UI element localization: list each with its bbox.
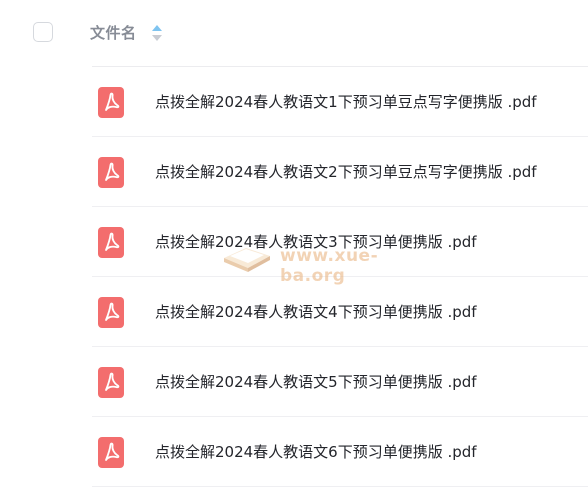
- file-row[interactable]: 点拨全解2024春人教语文5下预习单便携版 .pdf: [92, 347, 588, 417]
- pdf-icon: [98, 227, 124, 258]
- file-row[interactable]: 点拨全解2024春人教语文3下预习单便携版 .pdf: [92, 207, 588, 277]
- file-name[interactable]: 点拨全解2024春人教语文2下预习单豆点写字便携版 .pdf: [155, 161, 537, 183]
- file-row[interactable]: 点拨全解2024春人教语文4下预习单便携版 .pdf: [92, 277, 588, 347]
- pdf-icon: [98, 297, 124, 328]
- file-name[interactable]: 点拨全解2024春人教语文3下预习单便携版 .pdf: [155, 231, 477, 253]
- file-name[interactable]: 点拨全解2024春人教语文1下预习单豆点写字便携版 .pdf: [155, 91, 537, 113]
- pdf-icon: [98, 157, 124, 188]
- sort-icon[interactable]: [151, 24, 163, 42]
- pdf-icon: [98, 87, 124, 118]
- file-row[interactable]: 点拨全解2024春人教语文6下预习单便携版 .pdf: [92, 417, 588, 487]
- column-title-filename[interactable]: 文件名: [90, 22, 137, 44]
- select-all-checkbox[interactable]: [33, 22, 53, 42]
- file-list-header: 文件名: [0, 0, 588, 66]
- file-name[interactable]: 点拨全解2024春人教语文5下预习单便携版 .pdf: [155, 371, 477, 393]
- file-name[interactable]: 点拨全解2024春人教语文4下预习单便携版 .pdf: [155, 301, 477, 323]
- file-name[interactable]: 点拨全解2024春人教语文6下预习单便携版 .pdf: [155, 441, 477, 463]
- file-row[interactable]: 点拨全解2024春人教语文2下预习单豆点写字便携版 .pdf: [92, 137, 588, 207]
- pdf-icon: [98, 367, 124, 398]
- pdf-icon: [98, 437, 124, 468]
- file-row[interactable]: 点拨全解2024春人教语文1下预习单豆点写字便携版 .pdf: [92, 67, 588, 137]
